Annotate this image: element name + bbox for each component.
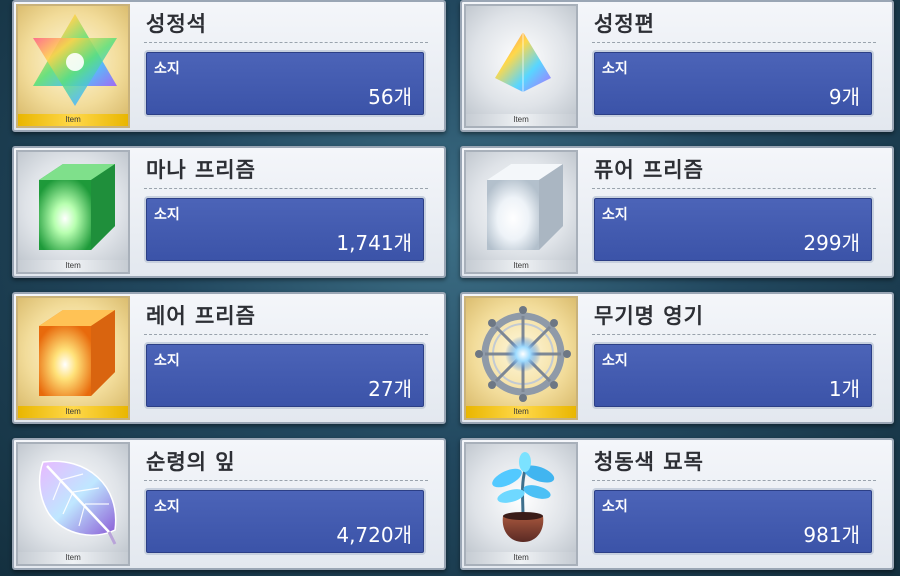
owned-label: 소지: [154, 61, 180, 77]
item-card-saint-quartz[interactable]: Item 성정석 소지 56개: [12, 0, 446, 132]
item-thumbnail: Item: [16, 150, 130, 274]
item-name: 청동색 묘목: [594, 450, 704, 474]
divider: [144, 480, 428, 481]
saint-quartz-icon: [33, 14, 117, 106]
divider: [144, 188, 428, 189]
divider: [592, 480, 876, 481]
owned-label: 소지: [602, 499, 628, 515]
divider: [592, 188, 876, 189]
owned-label: 소지: [602, 207, 628, 223]
owned-label: 소지: [602, 61, 628, 77]
item-thumbnail: Item: [464, 442, 578, 566]
owned-count-box: 소지 1개: [592, 342, 874, 409]
divider: [144, 334, 428, 335]
owned-count: 299개: [803, 231, 860, 255]
item-card-quartz-fragment[interactable]: Item 성정편 소지 9개: [460, 0, 894, 132]
owned-count: 1개: [828, 377, 860, 401]
owned-label: 소지: [154, 353, 180, 369]
owned-count-box: 소지 299개: [592, 196, 874, 263]
item-thumbnail: Item: [464, 296, 578, 420]
owned-count: 9개: [828, 85, 860, 109]
item-name: 순령의 잎: [146, 450, 236, 474]
item-name: 레어 프리즘: [146, 304, 256, 328]
owned-count: 56개: [368, 85, 412, 109]
unregistered-spirit-origin-icon: [475, 306, 571, 402]
rare-prism-icon: [39, 310, 115, 396]
owned-count: 981개: [803, 523, 860, 547]
item-card-bronze-sapling[interactable]: Item 청동색 묘목 소지 981개: [460, 438, 894, 570]
owned-count-box: 소지 4,720개: [144, 488, 426, 555]
divider: [592, 42, 876, 43]
item-thumbnail: Item: [16, 4, 130, 128]
item-rarity-label: Item: [18, 406, 128, 418]
owned-count: 1,741개: [336, 231, 412, 255]
owned-label: 소지: [154, 499, 180, 515]
divider: [592, 334, 876, 335]
pure-spirit-leaf-icon: [38, 460, 117, 545]
item-thumbnail: Item: [464, 4, 578, 128]
item-rarity-label: Item: [18, 552, 128, 564]
bronze-sapling-icon: [492, 452, 555, 542]
item-name: 퓨어 프리즘: [594, 158, 704, 182]
divider: [144, 42, 428, 43]
pure-prism-icon: [487, 164, 563, 250]
owned-count-box: 소지 9개: [592, 50, 874, 117]
owned-label: 소지: [154, 207, 180, 223]
item-rarity-label: Item: [466, 552, 576, 564]
item-thumbnail: Item: [16, 442, 130, 566]
item-name: 성정편: [594, 12, 655, 36]
mana-prism-icon: [39, 164, 115, 250]
owned-count: 27개: [368, 377, 412, 401]
item-thumbnail: Item: [464, 150, 578, 274]
owned-count-box: 소지 27개: [144, 342, 426, 409]
owned-count-box: 소지 56개: [144, 50, 426, 117]
owned-count-box: 소지 1,741개: [144, 196, 426, 263]
item-rarity-label: Item: [466, 114, 576, 126]
item-card-pure-prism[interactable]: Item 퓨어 프리즘 소지 299개: [460, 146, 894, 278]
item-card-mana-prism[interactable]: Item 마나 프리즘 소지 1,741개: [12, 146, 446, 278]
item-card-pure-spirit-leaf[interactable]: Item 순령의 잎 소지 4,720개: [12, 438, 446, 570]
item-rarity-label: Item: [18, 260, 128, 272]
owned-count-box: 소지 981개: [592, 488, 874, 555]
item-name: 마나 프리즘: [146, 158, 256, 182]
item-name: 성정석: [146, 12, 207, 36]
owned-count: 4,720개: [336, 523, 412, 547]
item-rarity-label: Item: [18, 114, 128, 126]
item-name: 무기명 영기: [594, 304, 704, 328]
item-rarity-label: Item: [466, 260, 576, 272]
owned-label: 소지: [602, 353, 628, 369]
item-card-rare-prism[interactable]: Item 레어 프리즘 소지 27개: [12, 292, 446, 424]
item-inventory-grid: Item 성정석 소지 56개 Item 성정편 소지 9개 Item 마나 프…: [0, 0, 900, 576]
quartz-fragment-icon: [495, 32, 551, 92]
item-rarity-label: Item: [466, 406, 576, 418]
item-thumbnail: Item: [16, 296, 130, 420]
item-card-unregistered-spirit-origin[interactable]: Item 무기명 영기 소지 1개: [460, 292, 894, 424]
